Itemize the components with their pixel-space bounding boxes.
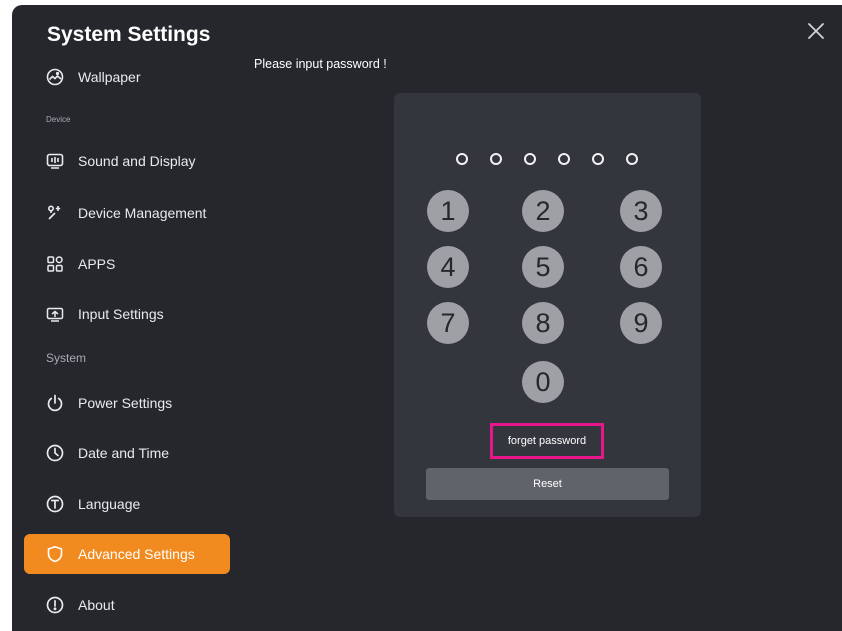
sidebar-item-input-settings[interactable]: Input Settings (24, 294, 230, 334)
sidebar-item-label: Advanced Settings (78, 546, 195, 562)
password-prompt: Please input password ! (254, 57, 387, 71)
language-icon (46, 495, 64, 513)
sidebar-item-label: Device Management (78, 205, 207, 221)
key-6[interactable]: 6 (620, 246, 662, 288)
close-button[interactable] (804, 19, 828, 43)
key-8[interactable]: 8 (522, 302, 564, 344)
password-pad: 1 2 3 4 5 6 7 8 9 0 forget password Rese… (394, 93, 701, 517)
input-settings-icon (46, 305, 64, 323)
sidebar-item-label: Wallpaper (78, 69, 141, 85)
sidebar-item-advanced-settings[interactable]: Advanced Settings (24, 534, 230, 574)
info-icon (46, 596, 64, 614)
sidebar-item-date-and-time[interactable]: Date and Time (24, 433, 230, 473)
close-icon (808, 23, 824, 39)
sidebar-item-apps[interactable]: APPS (24, 244, 230, 284)
key-1[interactable]: 1 (427, 190, 469, 232)
sidebar-item-sound-and-display[interactable]: Sound and Display (24, 141, 230, 181)
sidebar-item-about[interactable]: About (24, 585, 230, 625)
sidebar-item-power-settings[interactable]: Power Settings (24, 383, 230, 423)
reset-button[interactable]: Reset (426, 468, 669, 500)
key-3[interactable]: 3 (620, 190, 662, 232)
password-dot (558, 153, 570, 165)
wallpaper-icon (46, 68, 64, 86)
sound-display-icon (46, 152, 64, 170)
section-label-system: System (46, 351, 87, 365)
power-icon (46, 394, 64, 412)
sidebar-item-label: APPS (78, 256, 116, 272)
password-dot (490, 153, 502, 165)
sidebar-item-label: About (78, 597, 115, 613)
sidebar-item-label: Input Settings (78, 306, 164, 322)
key-4[interactable]: 4 (427, 246, 469, 288)
sidebar-item-device-management[interactable]: Device Management (24, 193, 230, 233)
password-dots (394, 153, 701, 167)
password-dot (524, 153, 536, 165)
key-9[interactable]: 9 (620, 302, 662, 344)
clock-icon (46, 444, 64, 462)
key-0[interactable]: 0 (522, 361, 564, 403)
forget-password-link[interactable]: forget password (490, 423, 604, 459)
sidebar-item-label: Sound and Display (78, 153, 196, 169)
sidebar-item-label: Power Settings (78, 395, 173, 411)
shield-icon (46, 545, 64, 563)
password-dot (626, 153, 638, 165)
password-dot (592, 153, 604, 165)
settings-window: System Settings Wallpaper Device Sound a… (12, 5, 842, 631)
key-5[interactable]: 5 (522, 246, 564, 288)
sidebar-item-wallpaper[interactable]: Wallpaper (24, 57, 230, 97)
sidebar-item-language[interactable]: Language (24, 484, 230, 524)
sidebar-item-label: Date and Time (78, 445, 170, 461)
apps-icon (46, 255, 64, 273)
password-dot (456, 153, 468, 165)
app-title: System Settings (47, 23, 211, 46)
key-2[interactable]: 2 (522, 190, 564, 232)
sidebar-item-label: Language (78, 496, 141, 512)
section-label-device: Device (46, 115, 71, 124)
key-7[interactable]: 7 (427, 302, 469, 344)
device-management-icon (46, 204, 64, 222)
